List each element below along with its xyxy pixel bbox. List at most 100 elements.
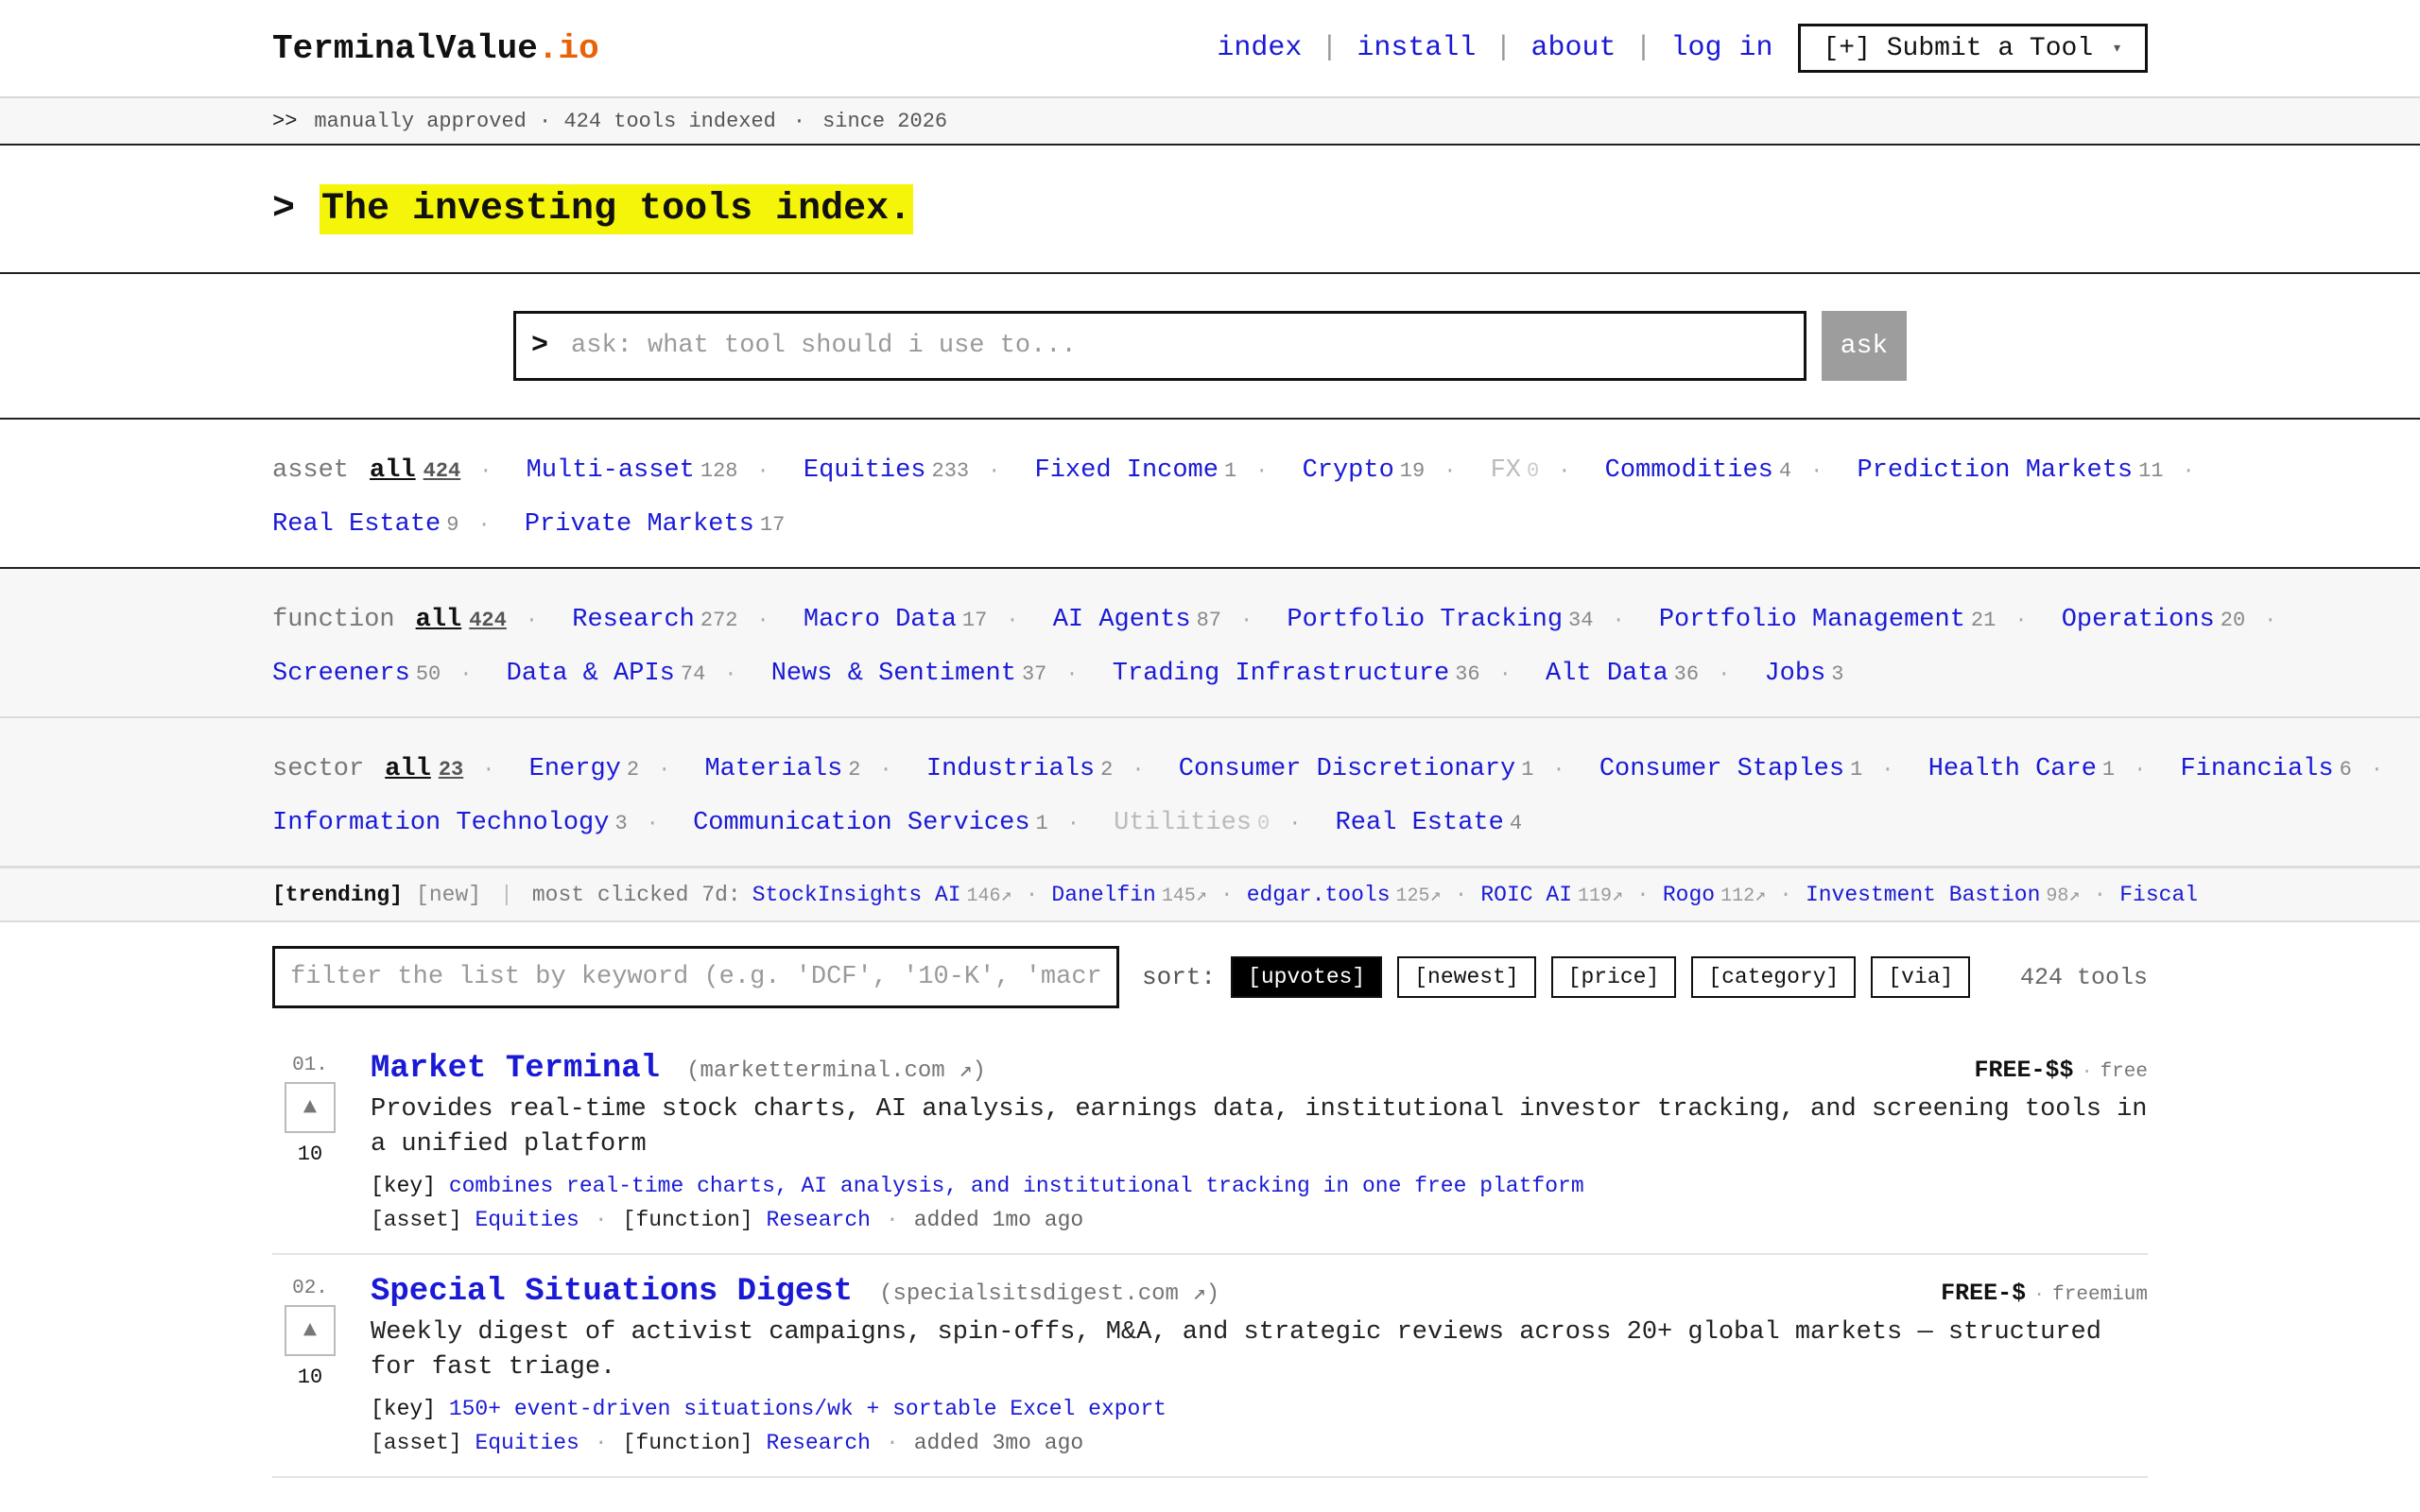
sector-item-materials[interactable]: Materials [704, 755, 842, 783]
rank-number: 02. [292, 1278, 328, 1299]
upvote-button[interactable]: ▲ [285, 1305, 336, 1356]
tool-name-link[interactable]: Market Terminal [371, 1051, 660, 1087]
submit-tool-button[interactable]: [+] Submit a Tool ▾ [1797, 24, 2148, 73]
asset-item-private-markets[interactable]: Private Markets [525, 510, 754, 539]
function-item-jobs[interactable]: Jobs [1764, 660, 1825, 688]
facet-count: 3 [614, 812, 628, 835]
function-filter: function all 424 · Research 272 · Macro Data 1… [0, 569, 2420, 718]
sort-via-button[interactable]: [via] [1871, 956, 1971, 998]
function-item-news-sentiment[interactable]: News & Sentiment [771, 660, 1016, 688]
asset-item-fixed-income[interactable]: Fixed Income [1035, 456, 1219, 485]
facet-count: 6 [2339, 758, 2352, 782]
facet-count: 272 [700, 609, 738, 632]
function-item-macro-data[interactable]: Macro Data [804, 606, 957, 634]
function-row-1: function all 424 · Research 272 · Macro Data 1… [272, 606, 2277, 634]
tab-new[interactable]: [new] [416, 883, 481, 907]
trending-item[interactable]: ROIC AI [1480, 883, 1572, 907]
sector-item-information-technology[interactable]: Information Technology [272, 809, 609, 837]
asset-item-multi-asset[interactable]: Multi-asset [527, 456, 695, 485]
trending-item[interactable]: Danelfin [1051, 883, 1155, 907]
trending-count: 145↗ [1161, 885, 1207, 907]
function-item-screeners[interactable]: Screeners [272, 660, 410, 688]
logo-suffix: .io [537, 28, 599, 68]
asset-tag-link[interactable]: Equities [475, 1431, 579, 1455]
trending-separator: | [500, 882, 513, 907]
trending-item[interactable]: Rogo [1663, 883, 1715, 907]
sector-all-link[interactable]: all [385, 755, 431, 783]
function-item-trading-infrastructure[interactable]: Trading Infrastructure [1113, 660, 1449, 688]
asset-tag-link[interactable]: Equities [475, 1208, 579, 1232]
ask-section: > ask [0, 274, 2420, 420]
key-label: [key] [371, 1174, 437, 1198]
trending-item[interactable]: Investment Bastion [1806, 883, 2040, 907]
vote-column: 02. ▲ 10 [272, 1274, 371, 1455]
tool-key-link[interactable]: combines real-time charts, AI analysis, … [449, 1174, 1584, 1198]
tool-key-row: [key] 150+ event-driven situations/wk + … [371, 1397, 2148, 1421]
nav-install-link[interactable]: install [1357, 32, 1476, 64]
asset-item-equities[interactable]: Equities [804, 456, 926, 485]
asset-all-link[interactable]: all [370, 456, 416, 485]
tool-meta: [asset] Equities · [function] Research · add… [371, 1208, 1084, 1232]
sort-price-button[interactable]: [price] [1550, 956, 1677, 998]
sector-item-consumer-discretionary[interactable]: Consumer Discretionary [1179, 755, 1515, 783]
function-tag-link[interactable]: Research [767, 1208, 871, 1232]
function-all-link[interactable]: all [416, 606, 462, 634]
nav-about-link[interactable]: about [1530, 32, 1616, 64]
ask-input[interactable] [571, 332, 1706, 360]
facet-count: 34 [1568, 609, 1594, 632]
sector-item-communication-services[interactable]: Communication Services [693, 809, 1029, 837]
facet-count: 1 [2101, 758, 2116, 782]
trending-item[interactable]: Fiscal [2119, 883, 2198, 907]
sort-newest-button[interactable]: [newest] [1397, 956, 1536, 998]
tool-domain-link[interactable]: (marketterminal.com ↗) [686, 1058, 986, 1084]
filter-box [272, 946, 1119, 1008]
trending-item[interactable]: StockInsights AI [752, 883, 961, 907]
function-item-ai-agents[interactable]: AI Agents [1053, 606, 1191, 634]
sector-item-financials[interactable]: Financials [2181, 755, 2334, 783]
status-bar: >> manually approved · 424 tools indexed… [0, 98, 2420, 146]
function-tag-link[interactable]: Research [767, 1431, 871, 1455]
trending-bar: [trending] [new] | most clicked 7d: Stoc… [0, 868, 2420, 922]
logo-name: TerminalValue [272, 28, 538, 68]
trending-item[interactable]: edgar.tools [1247, 883, 1391, 907]
tool-body: Market Terminal (marketterminal.com ↗) FR… [371, 1051, 2148, 1232]
hero: > The investing tools index. [0, 146, 2420, 274]
function-item-research[interactable]: Research [572, 606, 695, 634]
tab-trending[interactable]: [trending] [272, 883, 403, 907]
tool-key-link[interactable]: 150+ event-driven situations/wk + sortab… [449, 1397, 1167, 1421]
function-item-portfolio-management[interactable]: Portfolio Management [1659, 606, 1965, 634]
sort-upvotes-button[interactable]: [upvotes] [1231, 956, 1383, 998]
tool-name-link[interactable]: Special Situations Digest [371, 1274, 853, 1310]
upvote-button[interactable]: ▲ [285, 1082, 336, 1133]
nav-login-link[interactable]: log in [1670, 32, 1772, 64]
sort-category-button[interactable]: [category] [1691, 956, 1857, 998]
function-item-data-apis[interactable]: Data & APIs [507, 660, 675, 688]
facet-count: 17 [961, 609, 988, 632]
function-all-count: 424 [469, 609, 507, 632]
asset-item-fx: FX [1490, 456, 1522, 485]
facet-count: 37 [1021, 662, 1047, 686]
sector-item-consumer-staples[interactable]: Consumer Staples [1599, 755, 1844, 783]
function-item-operations[interactable]: Operations [2062, 606, 2215, 634]
site-logo[interactable]: TerminalValue.io [272, 29, 599, 68]
asset-item-real-estate[interactable]: Real Estate [272, 510, 441, 539]
ask-button[interactable]: ask [1822, 311, 1907, 381]
added-date: added 3mo ago [913, 1431, 1084, 1455]
sector-item-health-care[interactable]: Health Care [1928, 755, 2097, 783]
sector-label: sector [272, 755, 365, 783]
sector-item-industrials[interactable]: Industrials [926, 755, 1095, 783]
site-header: TerminalValue.io index | install | about… [0, 0, 2420, 98]
asset-item-commodities[interactable]: Commodities [1605, 456, 1773, 485]
nav-index-link[interactable]: index [1217, 32, 1302, 64]
nav-separator: | [1495, 32, 1512, 64]
filter-input[interactable] [290, 963, 1103, 991]
function-item-portfolio-tracking[interactable]: Portfolio Tracking [1287, 606, 1563, 634]
list-controls: sort: [upvotes] [newest] [price] [catego… [0, 922, 2420, 1032]
top-nav: index | install | about | log in [+] Sub… [1217, 24, 2148, 73]
tool-domain-link[interactable]: (specialsitsdigest.com ↗) [879, 1281, 1219, 1307]
function-item-alt-data[interactable]: Alt Data [1546, 660, 1668, 688]
asset-item-crypto[interactable]: Crypto [1303, 456, 1394, 485]
sector-item-real-estate[interactable]: Real Estate [1336, 809, 1504, 837]
asset-item-prediction-markets[interactable]: Prediction Markets [1857, 456, 2133, 485]
sector-item-energy[interactable]: Energy [529, 755, 621, 783]
